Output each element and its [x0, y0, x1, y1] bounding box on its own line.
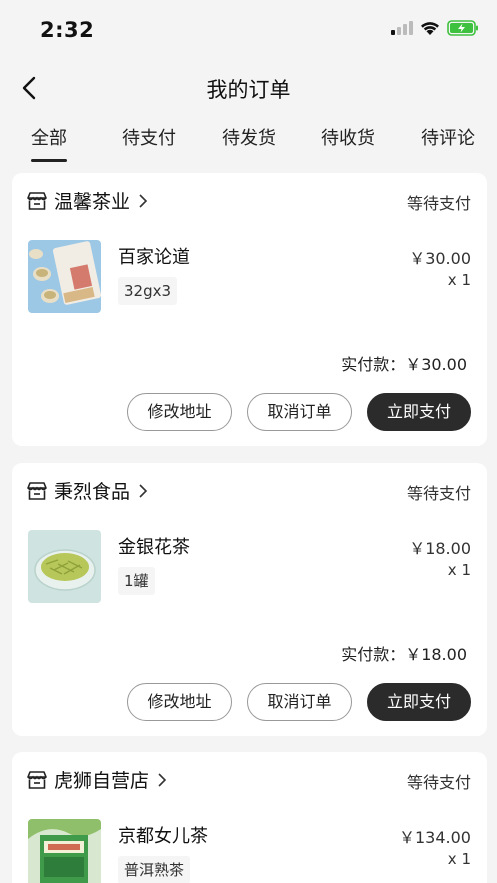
chevron-right-icon — [155, 772, 169, 788]
shop-link[interactable]: 温馨茶业 — [26, 187, 150, 214]
modify-address-button[interactable]: 修改地址 — [127, 683, 232, 721]
order-card: 秉烈食品 等待支付 金银花茶 1罐 ￥18.00 x 1 实付款：￥18.00 … — [12, 463, 487, 736]
product-name[interactable]: 金银花茶 — [118, 533, 190, 559]
tab-all[interactable]: 全部 — [31, 124, 67, 162]
product-image[interactable] — [28, 819, 101, 883]
order-status: 等待支付 — [406, 773, 471, 792]
store-icon — [26, 191, 48, 211]
product-spec: 1罐 — [118, 567, 155, 595]
pay-now-button[interactable]: 立即支付 — [367, 393, 471, 431]
chevron-right-icon — [136, 483, 150, 499]
tab-pending-shipment[interactable]: 待发货 — [222, 124, 276, 150]
product-image[interactable] — [28, 530, 101, 603]
order-status: 等待支付 — [406, 484, 471, 503]
status-bar: 2:32 — [0, 0, 497, 60]
paid-amount: 实付款：￥30.00 — [341, 355, 467, 374]
order-card: 温馨茶业 等待支付 百家论道 32gx3 ￥30.00 x 1 实付款：￥30.… — [12, 173, 487, 446]
wifi-icon — [419, 20, 441, 36]
shop-name: 秉烈食品 — [54, 481, 131, 503]
order-tabs: 全部 待支付 待发货 待收货 待评论 — [0, 118, 497, 162]
status-icons — [391, 20, 479, 36]
cancel-order-button[interactable]: 取消订单 — [247, 683, 352, 721]
product-spec: 32gx3 — [118, 277, 178, 305]
cancel-order-button[interactable]: 取消订单 — [247, 393, 352, 431]
tab-pending-receipt[interactable]: 待收货 — [321, 124, 375, 150]
product-name[interactable]: 京都女儿茶 — [118, 822, 208, 848]
tab-pending-review[interactable]: 待评论 — [421, 124, 475, 150]
cellular-signal-icon — [391, 21, 413, 35]
product-price: ￥134.00 — [399, 828, 471, 847]
battery-charging-icon — [447, 20, 479, 36]
modify-address-button[interactable]: 修改地址 — [127, 393, 232, 431]
product-price: ￥18.00 — [409, 539, 471, 558]
product-quantity: x 1 — [447, 850, 471, 868]
pay-now-button[interactable]: 立即支付 — [367, 683, 471, 721]
chevron-right-icon — [136, 193, 150, 209]
status-time: 2:32 — [40, 18, 95, 42]
shop-name: 虎狮自营店 — [54, 770, 150, 792]
page-title: 我的订单 — [206, 78, 291, 102]
product-quantity: x 1 — [447, 271, 471, 289]
nav-bar: 我的订单 — [0, 60, 497, 116]
shop-name: 温馨茶业 — [54, 191, 131, 213]
paid-amount: 实付款：￥18.00 — [341, 645, 467, 664]
order-status: 等待支付 — [406, 194, 471, 213]
store-icon — [26, 481, 48, 501]
product-quantity: x 1 — [447, 561, 471, 579]
shop-link[interactable]: 秉烈食品 — [26, 477, 150, 504]
shop-link[interactable]: 虎狮自营店 — [26, 766, 169, 793]
product-price: ￥30.00 — [409, 249, 471, 268]
tab-pending-payment[interactable]: 待支付 — [122, 124, 176, 150]
store-icon — [26, 770, 48, 790]
product-image[interactable] — [28, 240, 101, 313]
order-card: 虎狮自营店 等待支付 京都女儿茶 普洱熟茶 ￥134.00 x 1 — [12, 752, 487, 883]
product-name[interactable]: 百家论道 — [118, 243, 190, 269]
product-spec: 普洱熟茶 — [118, 856, 191, 883]
